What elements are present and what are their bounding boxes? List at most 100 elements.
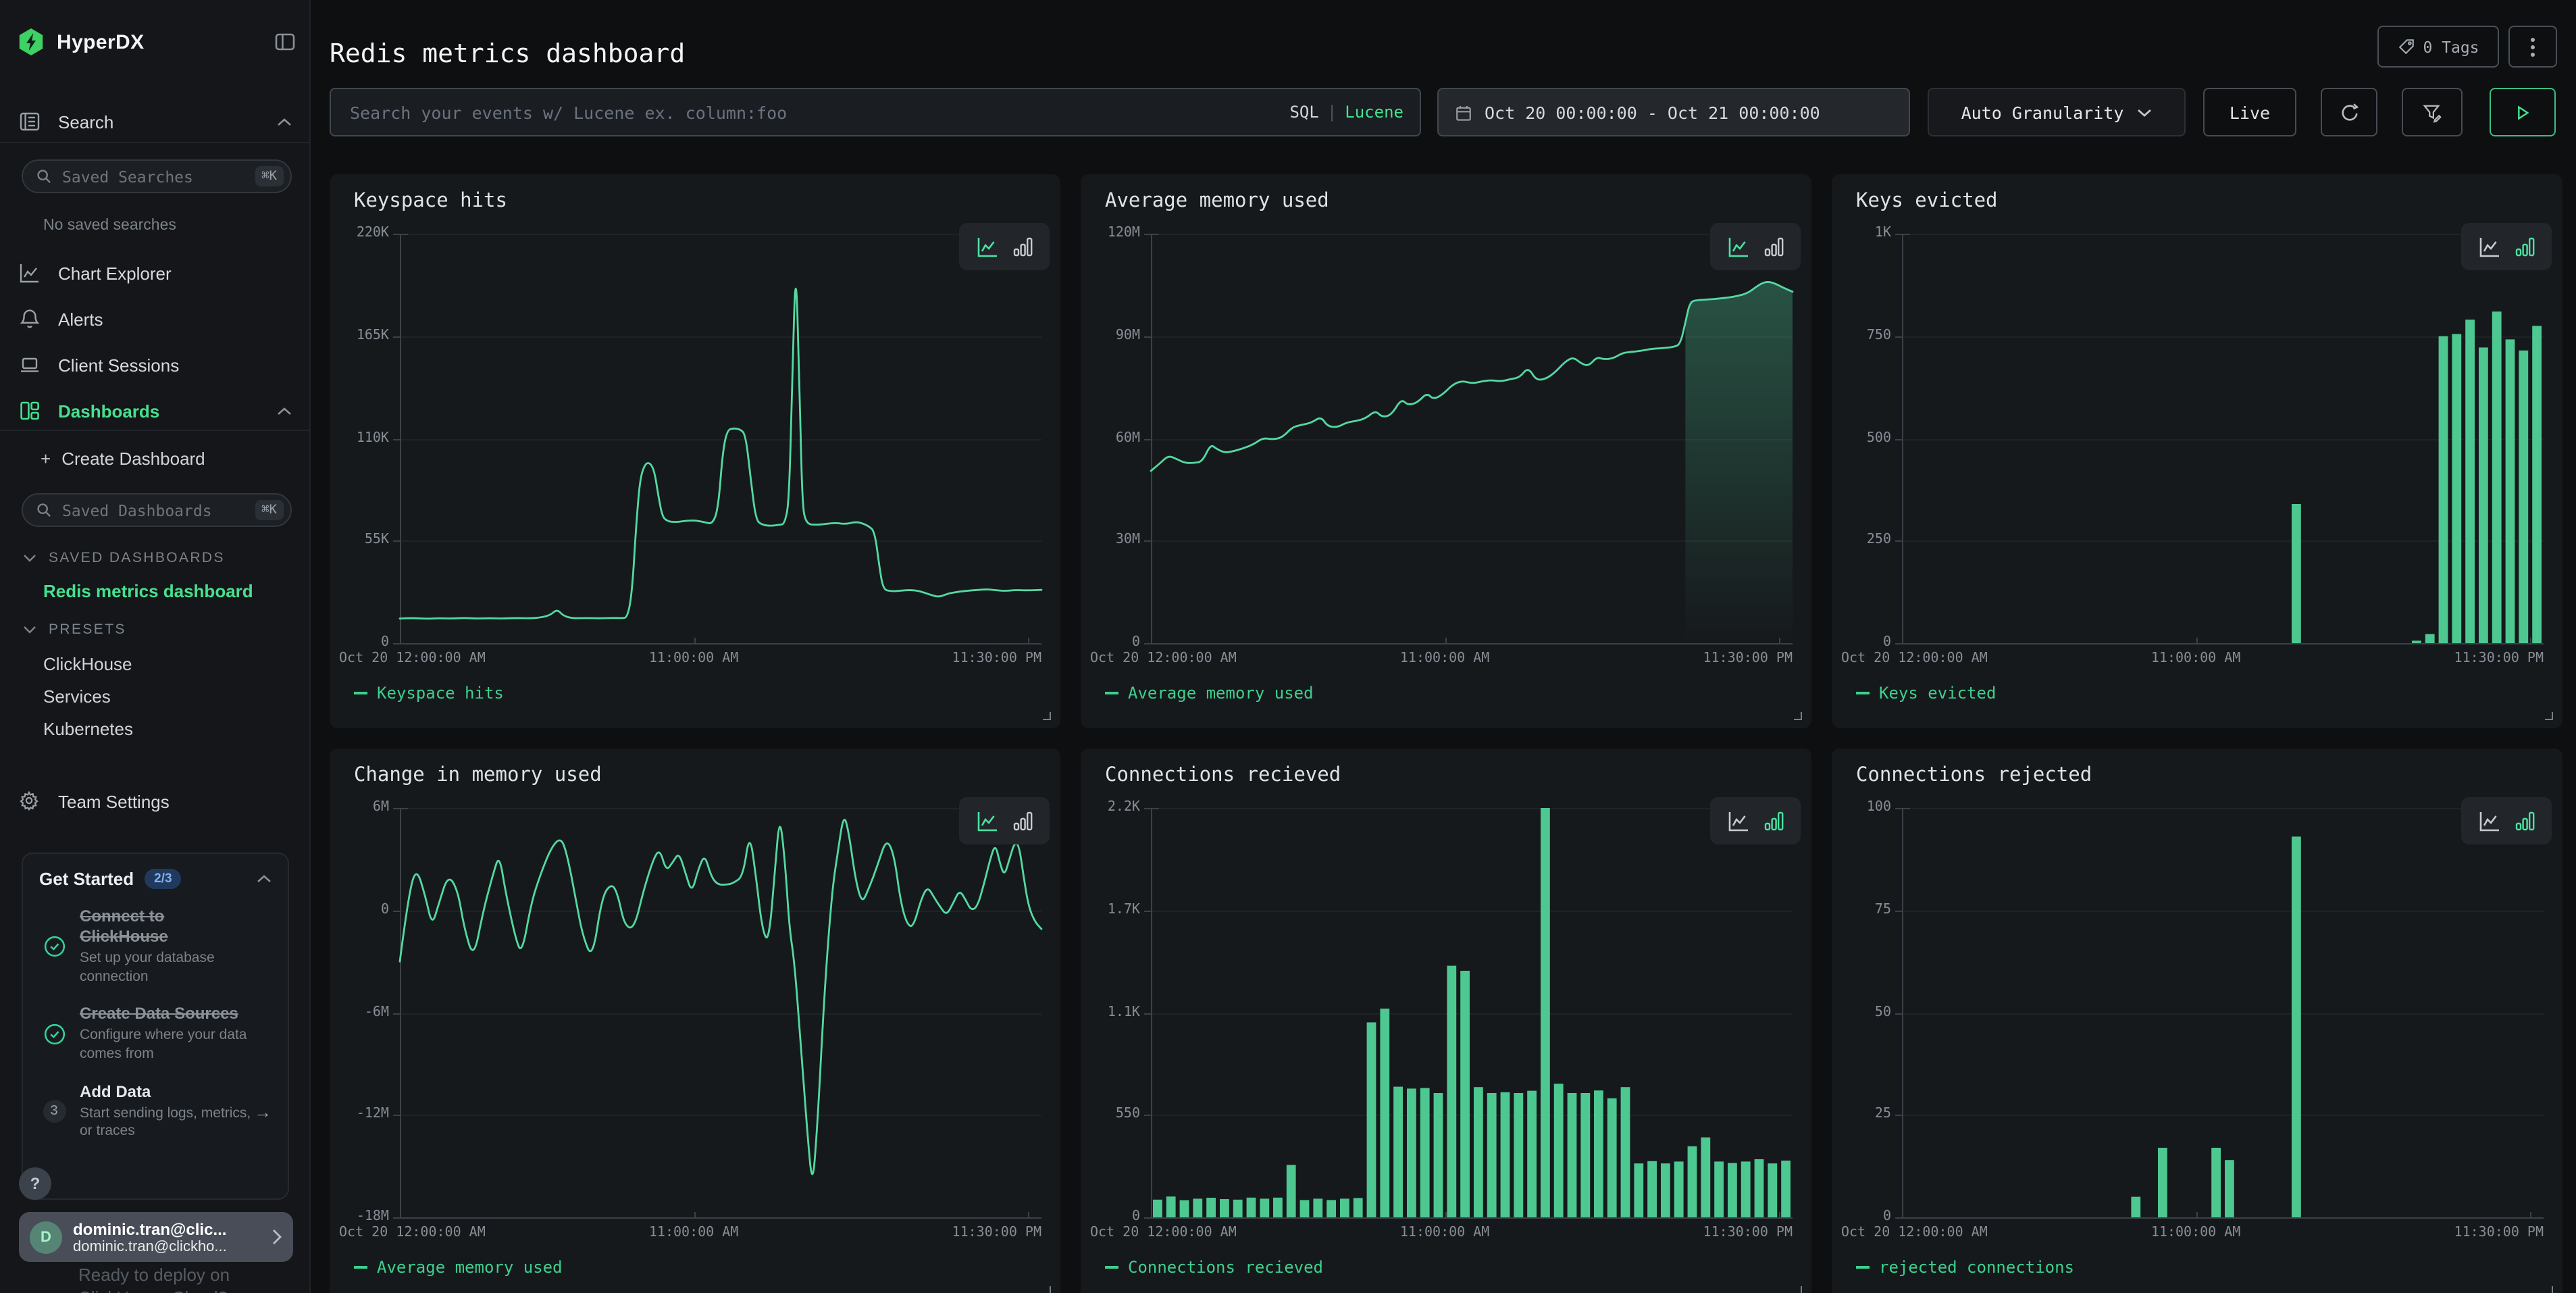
chart-plot[interactable]: 02505007501KOct 20 12:00:00 AM11:00:00 A…	[1832, 174, 2562, 728]
granularity-select[interactable]: Auto Granularity	[1928, 88, 2186, 136]
sql-mode-toggle[interactable]: SQL	[1289, 103, 1318, 122]
line-view-icon[interactable]	[1727, 810, 1749, 832]
sidebar-item-team-settings[interactable]: Team Settings	[0, 785, 311, 817]
chart-card-keyspace-hits: Keyspace hits 055K110K165K220KOct 20 12:…	[330, 174, 1060, 728]
tag-icon	[2397, 38, 2415, 55]
tags-button[interactable]: 0 Tags	[2377, 26, 2499, 68]
logo-row: HyperDX	[16, 24, 296, 59]
presets-section-header[interactable]: PRESETS	[23, 622, 126, 638]
saved-searches-input[interactable]	[59, 166, 255, 187]
divider	[0, 430, 311, 431]
refresh-button[interactable]	[2321, 88, 2377, 136]
resize-handle[interactable]	[1794, 1286, 1802, 1293]
y-axis-tick-label: -18M	[335, 1209, 389, 1224]
legend-swatch	[1856, 692, 1870, 694]
line-view-icon[interactable]	[2478, 810, 2500, 832]
chevron-up-icon[interactable]	[257, 874, 272, 884]
chart-plot[interactable]: 05501.1K1.7K2.2KOct 20 12:00:00 AM11:00:…	[1081, 749, 1811, 1293]
run-query-button[interactable]	[2490, 88, 2556, 136]
x-axis-tick-label: Oct 20 12:00:00 AM	[339, 1225, 486, 1240]
resize-handle[interactable]	[1794, 712, 1802, 720]
bar-view-icon[interactable]	[2515, 810, 2535, 832]
sidebar-item-alerts[interactable]: Alerts	[0, 303, 311, 335]
line-view-icon[interactable]	[2478, 236, 2500, 257]
x-axis-tick-label: 11:00:00 AM	[1400, 1225, 1489, 1240]
resize-handle[interactable]	[2545, 1286, 2553, 1293]
y-axis-tick-label: 2.2K	[1086, 800, 1140, 815]
y-axis-tick-label: 500	[1837, 430, 1891, 445]
x-axis-tick-label: 11:00:00 AM	[2151, 651, 2240, 666]
x-axis-tick-label: 11:00:00 AM	[649, 1225, 738, 1240]
get-started-step-add-data[interactable]: 3 Add Data Start sending logs, metrics, …	[39, 1082, 272, 1142]
event-search-input[interactable]	[347, 101, 1289, 124]
get-started-step-sources[interactable]: Create Data Sources Configure where your…	[39, 1005, 272, 1065]
line-view-icon[interactable]	[976, 236, 998, 257]
sidebar-item-redis-metrics-dashboard[interactable]: Redis metrics dashboard	[43, 581, 286, 601]
live-button[interactable]: Live	[2203, 88, 2296, 136]
chevron-down-icon	[23, 626, 36, 634]
y-axis-tick-label: 220K	[335, 226, 389, 240]
sidebar-item-search[interactable]: Search	[0, 105, 311, 138]
bar-view-icon[interactable]	[1763, 236, 1784, 257]
sidebar-collapse-icon[interactable]	[274, 31, 296, 53]
resize-handle[interactable]	[1043, 712, 1051, 720]
shortcut-badge: ⌘K	[255, 500, 284, 520]
chart-plot[interactable]: 0255075100Oct 20 12:00:00 AM11:00:00 AM1…	[1832, 749, 2562, 1293]
y-axis-tick-label: 0	[1086, 635, 1140, 650]
bar-view-icon[interactable]	[1763, 810, 1784, 832]
y-axis-tick-label: 0	[335, 903, 389, 917]
bar-view-icon[interactable]	[1012, 810, 1033, 832]
y-axis-tick-label: 25	[1837, 1107, 1891, 1122]
search-icon	[36, 503, 51, 517]
get-started-step-connect[interactable]: Connect to ClickHouse Set up your databa…	[39, 907, 272, 987]
sidebar-item-chart-explorer[interactable]: Chart Explorer	[0, 257, 311, 289]
plus-icon: +	[41, 449, 51, 469]
saved-dashboards-input[interactable]	[59, 499, 255, 521]
get-started-title: Get Started	[39, 869, 134, 889]
date-range-picker[interactable]: Oct 20 00:00:00 - Oct 21 00:00:00	[1437, 88, 1910, 136]
sidebar-item-kubernetes[interactable]: Kubernetes	[43, 719, 286, 739]
chart-plot[interactable]: 055K110K165K220KOct 20 12:00:00 AM11:00:…	[330, 174, 1060, 728]
event-search-wrap: SQL|Lucene	[330, 88, 1421, 136]
x-axis-tick-label: 11:30:00 PM	[952, 651, 1041, 666]
line-view-icon[interactable]	[976, 810, 998, 832]
resize-handle[interactable]	[2545, 712, 2553, 720]
chart-explorer-icon	[19, 262, 41, 284]
chart-plot[interactable]: 030M60M90M120MOct 20 12:00:00 AM11:00:00…	[1081, 174, 1811, 728]
x-axis-tick-label: 11:30:00 PM	[1703, 1225, 1793, 1240]
user-email: dominic.tran@clickho...	[73, 1238, 272, 1254]
filter-edit-icon	[2422, 102, 2442, 122]
chart-legend: rejected connections	[1856, 1258, 2074, 1277]
y-axis-tick-label: 110K	[335, 430, 389, 445]
y-axis-tick-label: 1.1K	[1086, 1005, 1140, 1019]
bar-view-icon[interactable]	[1012, 236, 1033, 257]
sidebar-item-clickhouse[interactable]: ClickHouse	[43, 654, 286, 674]
sidebar-item-services[interactable]: Services	[43, 686, 286, 707]
dashboard-menu-button[interactable]	[2508, 26, 2557, 68]
page-title: Redis metrics dashboard	[330, 39, 685, 68]
chevron-up-icon[interactable]	[277, 117, 292, 126]
chevron-up-icon[interactable]	[277, 406, 292, 415]
saved-dashboards-section-header[interactable]: SAVED DASHBOARDS	[23, 550, 225, 566]
sidebar-item-client-sessions[interactable]: Client Sessions	[0, 349, 311, 381]
y-axis-tick-label: 75	[1837, 903, 1891, 917]
chart-legend: Average memory used	[354, 1258, 563, 1277]
bar-view-icon[interactable]	[2515, 236, 2535, 257]
resize-handle[interactable]	[1043, 1286, 1051, 1293]
step-number-badge: 3	[43, 1100, 66, 1123]
chart-legend: Average memory used	[1105, 684, 1314, 703]
x-axis-tick-label: 11:30:00 PM	[952, 1225, 1041, 1240]
dashboard-grid: Keyspace hits 055K110K165K220KOct 20 12:…	[330, 174, 2562, 1293]
filter-button[interactable]	[2402, 88, 2463, 136]
sidebar-item-dashboards[interactable]: Dashboards	[0, 395, 311, 427]
chart-plot[interactable]: -18M-12M-6M06MOct 20 12:00:00 AM11:00:00…	[330, 749, 1060, 1293]
app-name: HyperDX	[57, 30, 145, 53]
user-menu[interactable]: D dominic.tran@clic... dominic.tran@clic…	[19, 1212, 293, 1262]
help-button[interactable]: ?	[19, 1167, 51, 1200]
lucene-mode-toggle[interactable]: Lucene	[1345, 103, 1403, 122]
chart-card-keys-evicted: Keys evicted 02505007501KOct 20 12:00:00…	[1832, 174, 2562, 728]
main-content: Redis metrics dashboard 0 Tags SQL|Lucen…	[311, 0, 2576, 1293]
saved-searches-input-wrap: ⌘K	[22, 159, 292, 193]
create-dashboard-button[interactable]: +Create Dashboard	[41, 449, 284, 469]
line-view-icon[interactable]	[1727, 236, 1749, 257]
